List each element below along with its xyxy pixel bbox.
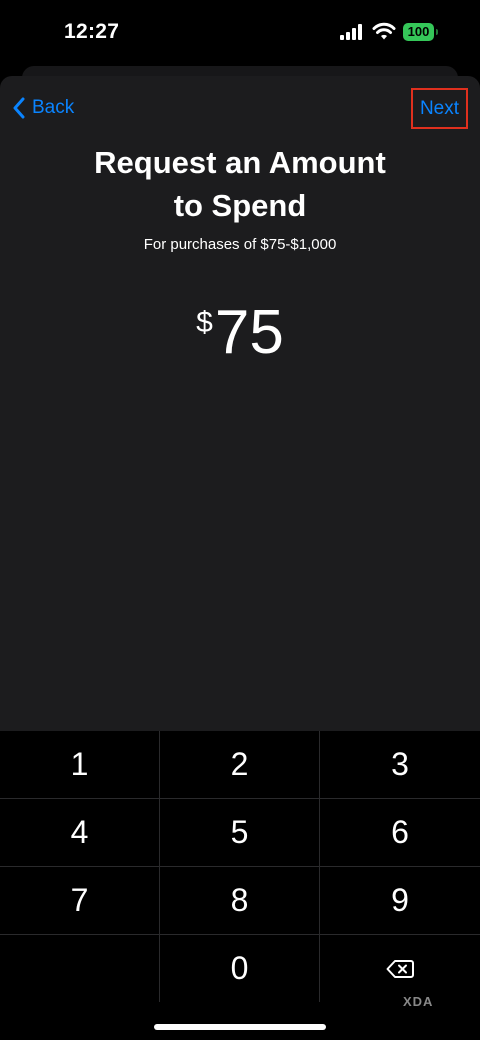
keypad-row-divider <box>0 866 480 867</box>
amount-value: 75 <box>214 298 284 367</box>
key-4[interactable]: 4 <box>0 799 159 866</box>
currency-symbol: $ <box>196 306 213 339</box>
keypad-row-divider <box>0 798 480 799</box>
xda-watermark: XDA <box>403 994 434 1009</box>
next-label: Next <box>419 97 460 119</box>
key-3[interactable]: 3 <box>320 731 480 798</box>
key-empty <box>0 935 159 1002</box>
signal-icon <box>340 24 364 40</box>
key-1[interactable]: 1 <box>0 731 159 798</box>
title-line-2: to Spend <box>173 188 307 223</box>
page-subtitle: For purchases of $75-$1,000 <box>143 236 337 253</box>
battery-tip <box>436 29 438 35</box>
key-6[interactable]: 6 <box>320 799 480 866</box>
page-title: Request an Amount to Spend <box>0 141 480 227</box>
key-8[interactable]: 8 <box>160 867 319 934</box>
key-9[interactable]: 9 <box>320 867 480 934</box>
keypad-row-divider <box>0 934 480 935</box>
battery-icon: 100 <box>403 23 434 41</box>
key-5[interactable]: 5 <box>160 799 319 866</box>
amount-display: $75 <box>0 296 480 370</box>
home-indicator[interactable] <box>154 1024 326 1030</box>
chevron-left-icon <box>13 97 25 119</box>
title-line-1: Request an Amount <box>94 145 386 180</box>
next-button[interactable]: Next <box>411 88 468 129</box>
key-2[interactable]: 2 <box>160 731 319 798</box>
key-0[interactable]: 0 <box>160 935 319 1002</box>
wifi-icon <box>372 22 396 40</box>
delete-backspace-icon <box>386 959 414 978</box>
delete-key[interactable] <box>320 935 480 1002</box>
status-bar: 12:27 100 <box>0 0 480 64</box>
back-button[interactable]: Back <box>12 93 74 123</box>
back-label: Back <box>32 97 75 118</box>
key-7[interactable]: 7 <box>0 867 159 934</box>
status-time: 12:27 <box>64 20 120 43</box>
